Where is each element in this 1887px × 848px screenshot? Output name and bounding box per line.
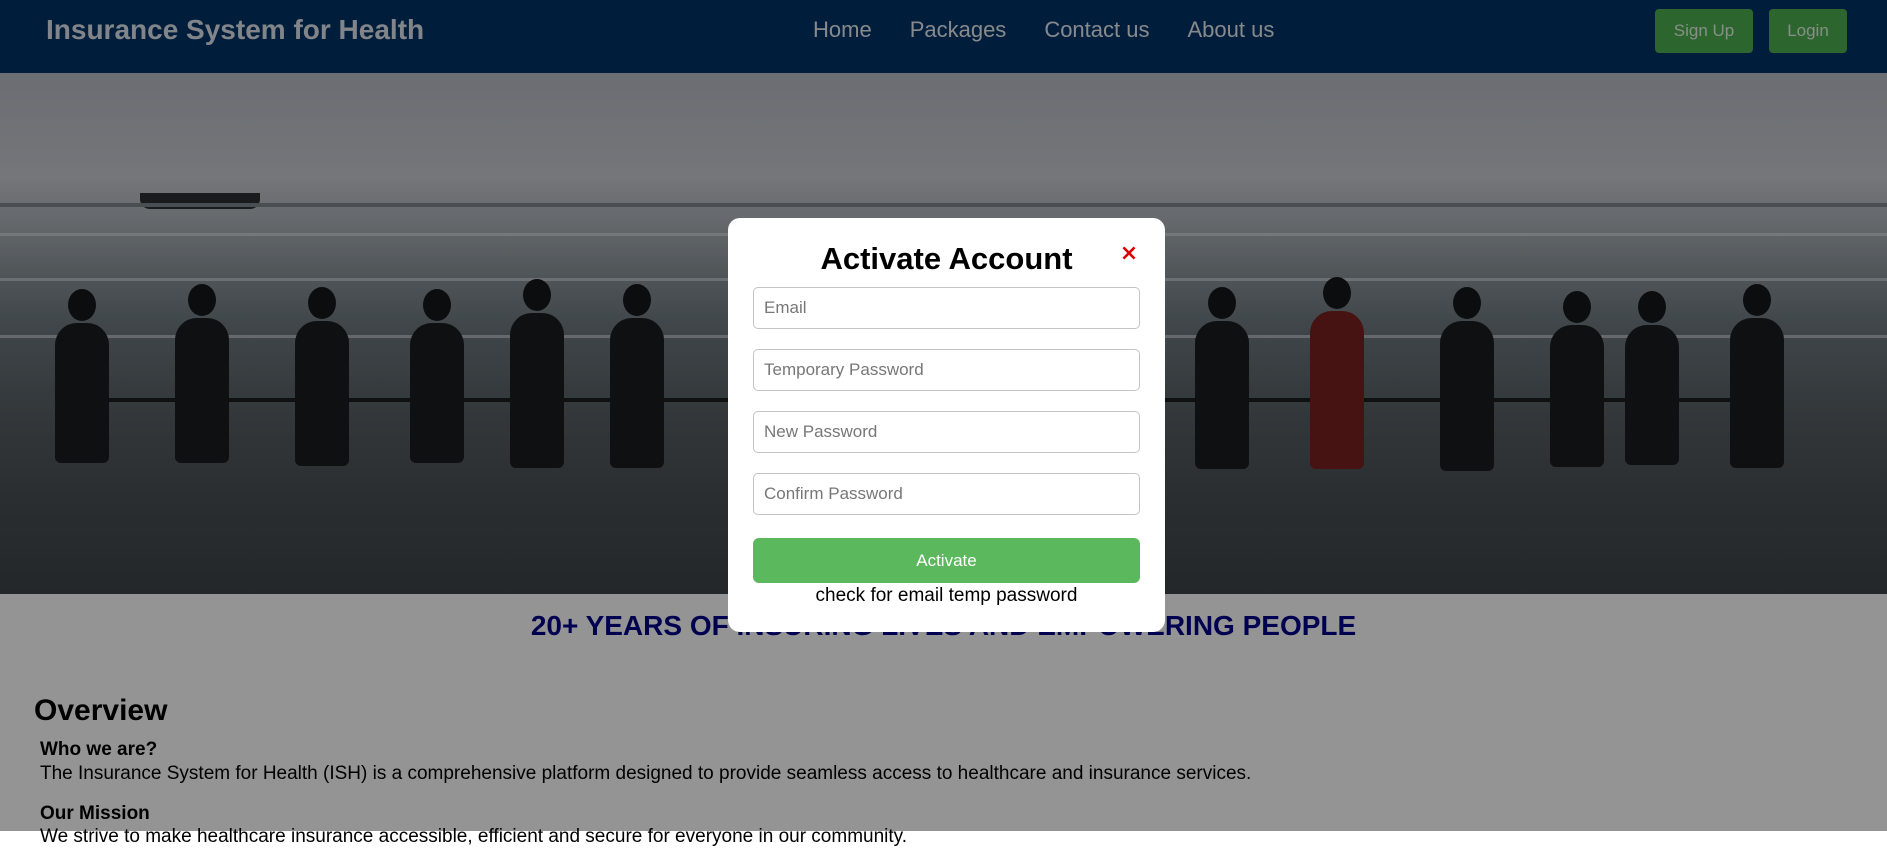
confirm-password-field[interactable] (753, 473, 1140, 515)
close-icon[interactable]: × (1117, 242, 1141, 266)
activate-button[interactable]: Activate (753, 538, 1140, 583)
email-field[interactable] (753, 287, 1140, 329)
new-password-field[interactable] (753, 411, 1140, 453)
email-hint-text: check for email temp password (815, 585, 1078, 606)
temporary-password-field[interactable] (753, 349, 1140, 391)
modal-title: Activate Account (820, 241, 1073, 276)
activate-account-modal: Activate Account × Activate check for em… (728, 218, 1165, 632)
